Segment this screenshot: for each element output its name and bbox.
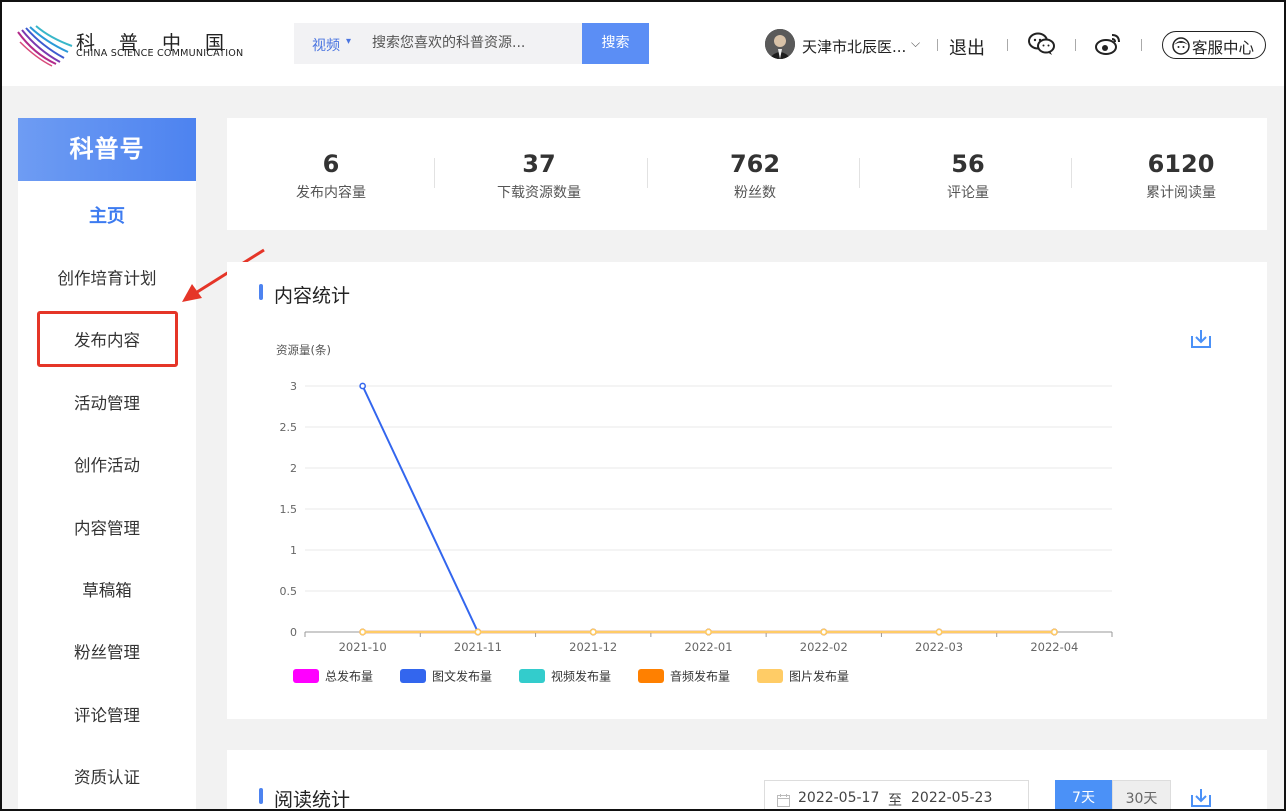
highlight-box — [37, 311, 178, 367]
divider — [1075, 39, 1076, 51]
stats-card: 6 发布内容量 37 下载资源数量 762 粉丝数 56 评论量 6120 累计… — [227, 118, 1267, 230]
weibo-icon[interactable] — [1095, 32, 1121, 60]
stat-label: 累计阅读量 — [1146, 185, 1216, 201]
legend-swatch — [400, 669, 426, 683]
stat-label: 粉丝数 — [734, 185, 776, 201]
divider — [1071, 158, 1072, 188]
data-point — [1051, 628, 1058, 636]
y-tick-label: 3 — [290, 380, 297, 393]
search-button[interactable]: 搜索 — [582, 23, 649, 64]
legend-swatch — [638, 669, 664, 683]
stat-label: 评论量 — [947, 185, 989, 201]
customer-service-button[interactable]: 客服中心 — [1162, 31, 1266, 59]
x-tick-label: 2022-01 — [684, 640, 732, 654]
data-point — [705, 628, 712, 636]
data-point — [359, 628, 366, 636]
sidebar-title: 科普号 — [18, 118, 196, 181]
stat-value: 6 — [322, 150, 340, 178]
sidebar-item-home[interactable]: 主页 — [18, 202, 196, 228]
logo-mark-icon — [17, 25, 73, 67]
stat-label: 发布内容量 — [296, 185, 366, 201]
section-marker — [259, 788, 263, 804]
calendar-icon — [777, 792, 790, 809]
sidebar-item-qualification[interactable]: 资质认证 — [18, 764, 196, 788]
sidebar-item-creation-plan[interactable]: 创作培育计划 — [18, 265, 196, 289]
range-7-days-button[interactable]: 7天 — [1055, 780, 1112, 809]
x-tick-label: 2022-02 — [800, 640, 848, 654]
chevron-down-icon: ▾ — [346, 36, 352, 47]
y-tick-label: 0.5 — [280, 585, 298, 598]
x-tick-label: 2021-10 — [339, 640, 387, 654]
date-range-picker[interactable]: 2022-05-17 至 2022-05-23 — [764, 780, 1029, 809]
logo[interactable]: 科普中国 CHINA SCIENCE COMMUNICATION — [16, 24, 256, 68]
data-point — [589, 628, 597, 636]
y-tick-label: 1.5 — [280, 503, 298, 516]
headset-user-icon — [1172, 37, 1190, 59]
top-header: 科普中国 CHINA SCIENCE COMMUNICATION 视频 ▾ 搜索… — [2, 2, 1284, 86]
legend-label: 视频发布量 — [551, 669, 611, 684]
legend-swatch — [293, 669, 319, 683]
x-tick-label: 2021-11 — [454, 640, 502, 654]
search-input[interactable] — [372, 31, 572, 55]
stat-value: 6120 — [1147, 150, 1215, 178]
sidebar-item-creation-activities[interactable]: 创作活动 — [18, 452, 196, 476]
chevron-down-icon[interactable]: ⌵ — [911, 36, 920, 51]
sidebar: 科普号 主页 创作培育计划 发布内容 活动管理 创作活动 内容管理 草稿箱 粉丝… — [18, 118, 196, 809]
y-tick-label: 2 — [290, 462, 297, 475]
divider — [1141, 39, 1142, 51]
sidebar-item-comments[interactable]: 评论管理 — [18, 702, 196, 726]
y-tick-label: 1 — [290, 544, 297, 557]
search-category-select[interactable]: 视频 — [312, 35, 340, 55]
date-separator: 至 — [888, 793, 902, 809]
divider — [647, 158, 648, 188]
sidebar-item-content-management[interactable]: 内容管理 — [18, 515, 196, 539]
logo-english: CHINA SCIENCE COMMUNICATION — [76, 48, 244, 59]
x-tick-label: 2022-03 — [915, 640, 963, 654]
x-tick-label: 2021-12 — [569, 640, 617, 654]
date-start[interactable]: 2022-05-17 — [798, 790, 879, 806]
logout-link[interactable]: 退出 — [949, 34, 985, 60]
content-stats-card: 内容统计 资源量(条) 0 0.5 1 1.5 2 2.5 3 2021-10 2021-11 20… — [227, 262, 1267, 719]
stat-value: 37 — [522, 150, 556, 178]
x-tick-label: 2022-04 — [1030, 640, 1078, 654]
sidebar-item-fans[interactable]: 粉丝管理 — [18, 639, 196, 663]
reading-stats-card: 阅读统计 2022-05-17 至 2022-05-23 7天 30天 — [227, 750, 1267, 811]
divider — [1007, 39, 1008, 51]
download-icon[interactable] — [1189, 786, 1213, 809]
data-point — [359, 382, 366, 390]
divider — [937, 39, 938, 51]
customer-service-label: 客服中心 — [1192, 39, 1255, 57]
wechat-icon[interactable] — [1028, 32, 1056, 60]
y-tick-label: 0 — [290, 626, 297, 639]
date-end[interactable]: 2022-05-23 — [911, 790, 992, 806]
legend-label: 总发布量 — [325, 669, 373, 684]
content-line-chart: 资源量(条) 0 0.5 1 1.5 2 2.5 3 2021-10 2021-11 2021-12… — [276, 343, 1113, 684]
y-tick-label: 2.5 — [280, 421, 298, 434]
y-axis-label: 资源量(条) — [276, 343, 331, 357]
screenshot-frame: 科普中国 CHINA SCIENCE COMMUNICATION 视频 ▾ 搜索… — [0, 0, 1286, 811]
avatar[interactable] — [765, 29, 795, 59]
section-title: 阅读统计 — [274, 789, 351, 811]
user-name[interactable]: 天津市北辰医... — [802, 36, 906, 57]
data-point — [474, 628, 482, 636]
legend-swatch — [519, 669, 545, 683]
legend-label: 图文发布量 — [432, 669, 492, 684]
range-30-days-button[interactable]: 30天 — [1112, 780, 1171, 809]
legend-swatch — [757, 669, 783, 683]
stat-value: 56 — [951, 150, 985, 178]
data-point — [935, 628, 943, 636]
legend-label: 音频发布量 — [670, 669, 730, 684]
sidebar-item-activity-management[interactable]: 活动管理 — [18, 390, 196, 414]
data-point — [820, 628, 828, 636]
divider — [859, 158, 860, 188]
legend-label: 图片发布量 — [789, 669, 849, 684]
stat-label: 下载资源数量 — [497, 185, 581, 201]
sidebar-item-drafts[interactable]: 草稿箱 — [18, 577, 196, 601]
stat-value: 762 — [729, 150, 781, 178]
search-box: 视频 ▾ — [294, 23, 582, 64]
